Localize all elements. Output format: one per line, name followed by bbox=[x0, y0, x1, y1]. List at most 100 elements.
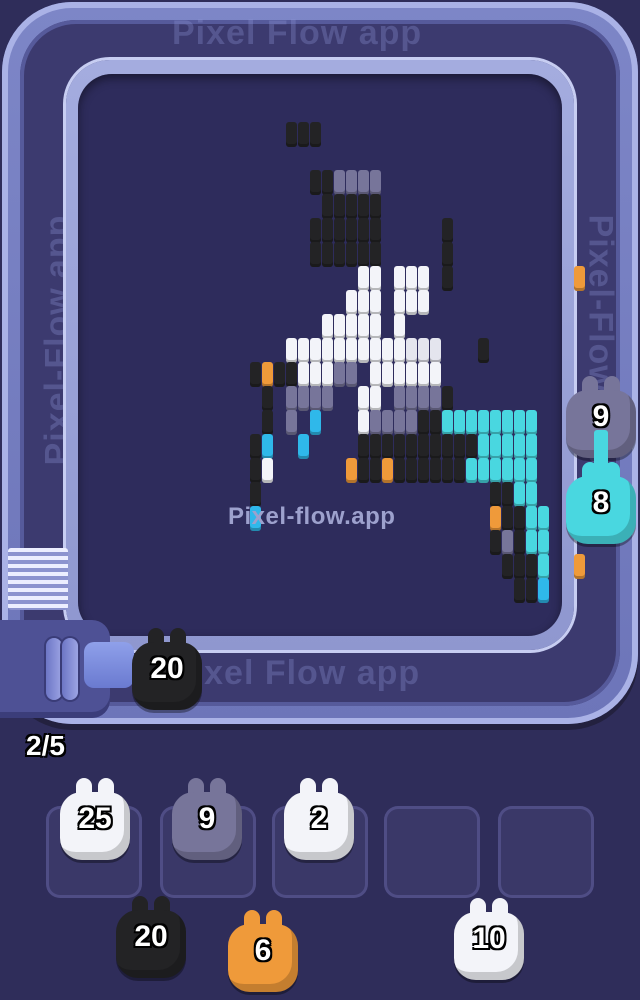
pixel-block bbox=[286, 386, 297, 411]
pixel-block bbox=[310, 242, 321, 267]
pixel-block bbox=[358, 458, 369, 483]
pixel-block bbox=[514, 578, 525, 603]
pixel-block bbox=[406, 458, 417, 483]
pixel-block bbox=[502, 482, 513, 507]
track-unit-cyan[interactable]: 8 bbox=[566, 462, 636, 546]
pixel-block bbox=[382, 410, 393, 435]
pixel-block bbox=[298, 122, 309, 147]
pixel-block bbox=[346, 194, 357, 219]
pixel-block bbox=[526, 554, 537, 579]
pixel-block bbox=[358, 386, 369, 411]
pixel-block bbox=[430, 434, 441, 459]
level-progress-counter: 2/5 bbox=[26, 730, 65, 761]
pixel-block bbox=[526, 482, 537, 507]
pixel-block bbox=[478, 458, 489, 483]
pixel-block bbox=[334, 194, 345, 219]
pixel-block bbox=[442, 266, 453, 291]
pixel-block bbox=[346, 458, 357, 483]
pixel-block bbox=[418, 338, 429, 363]
pixel-block bbox=[502, 410, 513, 435]
pixel-block bbox=[574, 266, 585, 291]
pixel-block bbox=[394, 266, 405, 291]
pixel-block bbox=[370, 362, 381, 387]
pixel-block bbox=[418, 434, 429, 459]
slot-unit-2[interactable]: 9 bbox=[172, 778, 242, 862]
unit-count: 9 bbox=[592, 400, 610, 433]
pixel-block bbox=[310, 362, 321, 387]
pixel-block bbox=[346, 338, 357, 363]
launcher-disc bbox=[46, 638, 62, 700]
pixel-block bbox=[418, 290, 429, 315]
pixel-block bbox=[358, 170, 369, 195]
launcher-unit[interactable]: 20 bbox=[132, 628, 202, 712]
pixel-block bbox=[574, 554, 585, 579]
pixel-block bbox=[418, 386, 429, 411]
slot-unit-3[interactable]: 2 bbox=[284, 778, 354, 862]
pixel-block bbox=[334, 314, 345, 339]
pixel-block bbox=[490, 434, 501, 459]
launcher-barrel bbox=[84, 642, 134, 688]
holding-slot-4[interactable] bbox=[384, 806, 480, 898]
queue-unit-2[interactable]: 6 bbox=[228, 910, 298, 994]
pixel-block bbox=[334, 242, 345, 267]
pixel-block bbox=[358, 290, 369, 315]
pixel-block bbox=[370, 434, 381, 459]
pixel-block bbox=[310, 386, 321, 411]
center-watermark: Pixel-flow.app bbox=[228, 503, 396, 530]
pixel-block bbox=[298, 338, 309, 363]
pixel-block bbox=[490, 506, 501, 531]
pixel-block bbox=[442, 386, 453, 411]
pixel-block bbox=[406, 362, 417, 387]
unit-count: 6 bbox=[254, 934, 272, 967]
unit-count: 20 bbox=[150, 652, 184, 685]
pixel-block bbox=[286, 338, 297, 363]
queue-unit-1[interactable]: 20 bbox=[116, 896, 186, 980]
pixel-block bbox=[370, 242, 381, 267]
pixel-block bbox=[370, 218, 381, 243]
pixel-block bbox=[526, 578, 537, 603]
pixel-block bbox=[502, 530, 513, 555]
pixel-block bbox=[514, 434, 525, 459]
queue-unit-3[interactable]: 10 bbox=[454, 898, 524, 982]
pixel-block bbox=[430, 362, 441, 387]
holding-slot-5[interactable] bbox=[498, 806, 594, 898]
pixel-block bbox=[514, 482, 525, 507]
pixel-block bbox=[358, 410, 369, 435]
pixel-block bbox=[382, 338, 393, 363]
pixel-block bbox=[430, 338, 441, 363]
track-end-stripes bbox=[8, 548, 68, 610]
track-watermark-bottom: Pixel Flow app bbox=[170, 654, 421, 692]
pixel-block bbox=[358, 266, 369, 291]
slot-unit-1[interactable]: 25 bbox=[60, 778, 130, 862]
pixel-block bbox=[394, 458, 405, 483]
pixel-block bbox=[502, 554, 513, 579]
pixel-block bbox=[514, 506, 525, 531]
pixel-block bbox=[502, 434, 513, 459]
pixel-block bbox=[262, 386, 273, 411]
launcher bbox=[0, 620, 134, 718]
pixel-block bbox=[358, 314, 369, 339]
pixel-block bbox=[406, 338, 417, 363]
pixel-block bbox=[334, 362, 345, 387]
pixel-block bbox=[418, 266, 429, 291]
pixel-block bbox=[538, 554, 549, 579]
pixel-block bbox=[322, 242, 333, 267]
unit-count: 20 bbox=[134, 920, 168, 953]
track-watermark-top: Pixel Flow app bbox=[172, 14, 423, 52]
pixel-block bbox=[430, 386, 441, 411]
pixel-block bbox=[454, 410, 465, 435]
pixel-block bbox=[430, 410, 441, 435]
pixel-block bbox=[250, 458, 261, 483]
pixel-block bbox=[322, 194, 333, 219]
pixel-block bbox=[358, 434, 369, 459]
pixel-block bbox=[430, 458, 441, 483]
pixel-block bbox=[538, 578, 549, 603]
pixel-block bbox=[418, 410, 429, 435]
pixel-block bbox=[370, 458, 381, 483]
pixel-block bbox=[406, 290, 417, 315]
pixel-block bbox=[490, 482, 501, 507]
pixel-block bbox=[274, 362, 285, 387]
pixel-block bbox=[526, 410, 537, 435]
pixel-block bbox=[406, 266, 417, 291]
pixel-block bbox=[262, 362, 273, 387]
